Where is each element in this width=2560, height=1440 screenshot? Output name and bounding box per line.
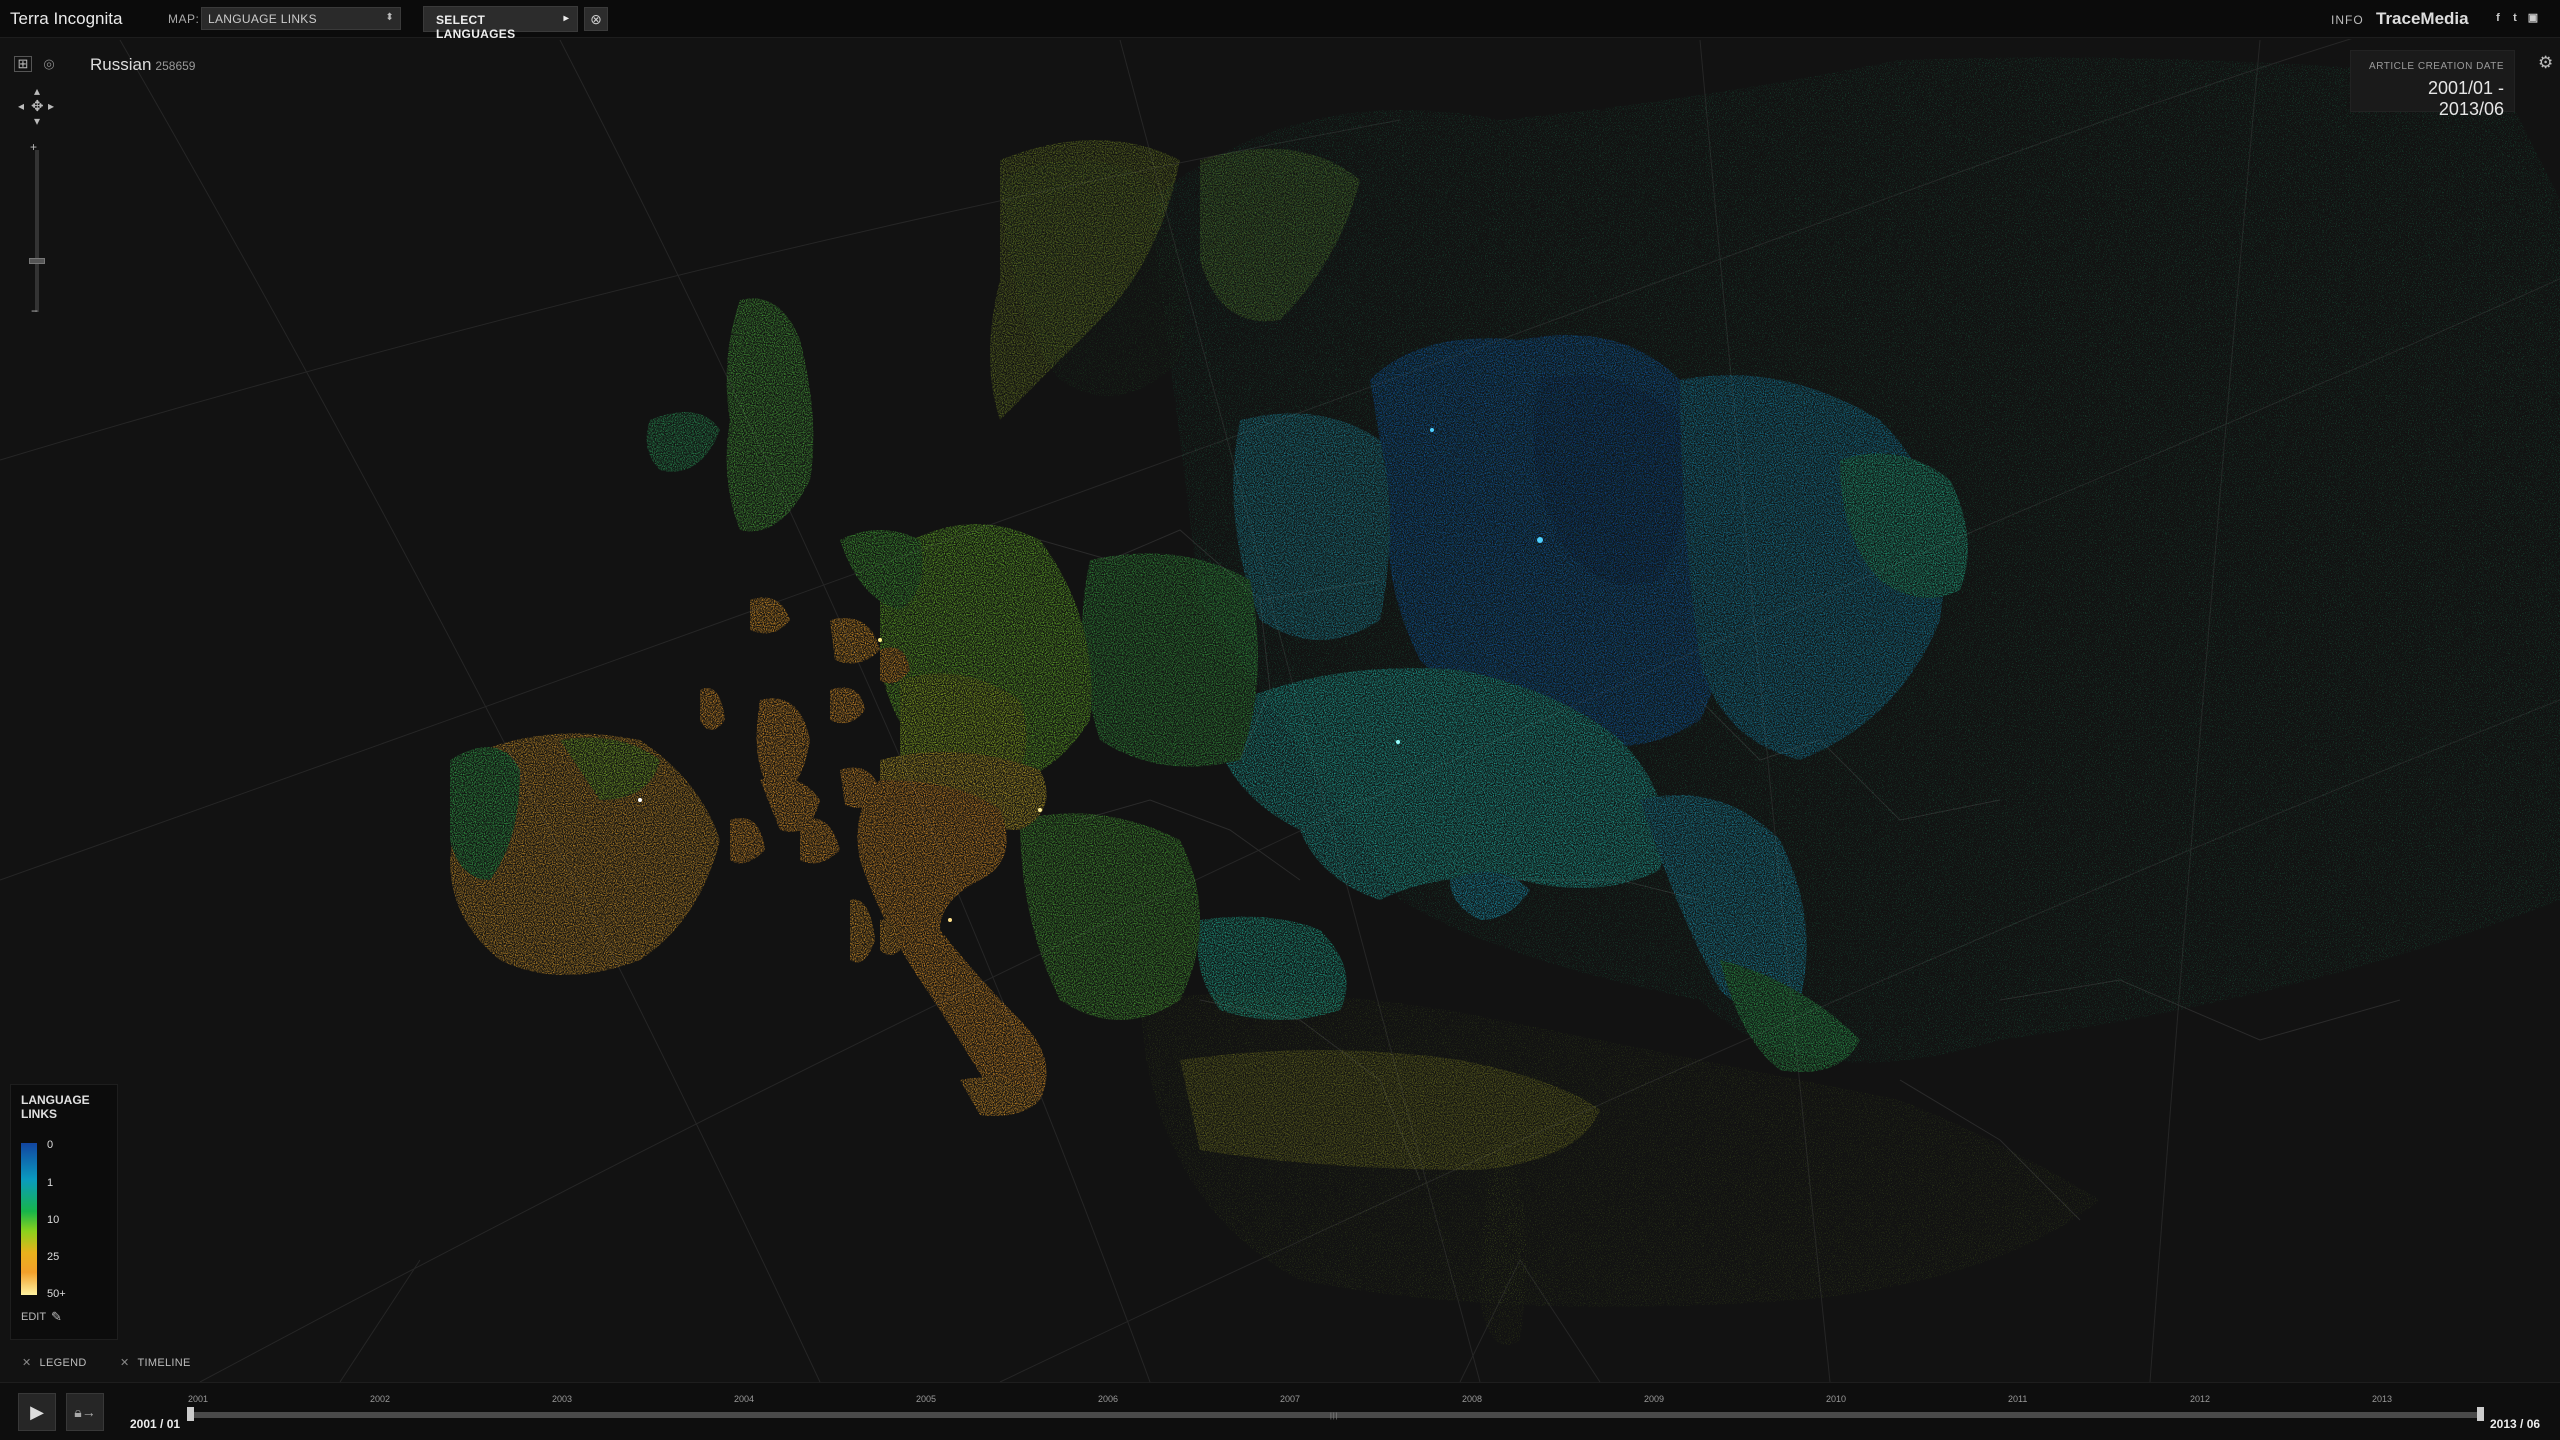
pan-right-icon[interactable]: ▸ [48,99,54,113]
date-range: 2001/01 - 2013/06 [2427,78,2504,119]
share-icon[interactable]: ▣ [2526,11,2540,25]
clear-languages-button[interactable]: ⊗ [584,7,608,31]
legend-tick: 1 [47,1177,54,1189]
pencil-icon[interactable]: ✎ [51,1309,62,1325]
timeline-year: 2008 [1462,1394,1483,1404]
legend-tick: 10 [47,1214,60,1226]
pan-up-icon[interactable]: ▴ [34,84,40,98]
timeline-year: 2007 [1280,1394,1301,1404]
language-title: Russian 258659 [90,55,195,75]
toggle-legend[interactable]: ✕ LEGEND [22,1356,87,1369]
legend-tick: 0 [47,1139,54,1151]
article-creation-date-panel: ARTICLE CREATION DATE 2001/01 - 2013/06 [2350,50,2515,119]
move-icon[interactable]: ✥ [31,97,44,115]
timeline-start-handle[interactable] [187,1407,194,1421]
lock-range-button[interactable]: 🔒︎→ [66,1393,104,1431]
map-label: MAP: [168,12,200,26]
close-icon: ✕ [120,1357,130,1369]
language-name: Russian [90,55,152,74]
timeline-year: 2001 [188,1394,209,1404]
play-button[interactable]: ▶ [18,1393,56,1431]
timeline-grip-icon[interactable]: ||| [1330,1413,1338,1420]
lock-icon: 🔒︎→ [74,1404,96,1420]
twitter-icon[interactable]: t [2508,11,2522,25]
chevron-right-icon: ▸ [563,13,569,24]
select-arrow-icon: ⬍ [385,12,394,23]
gear-icon[interactable]: ⚙ [2538,53,2553,73]
legend-panel: LANGUAGE LINKS 0 1 10 25 50+ EDIT ✎ [10,1084,118,1340]
legend-title: LANGUAGE LINKS [21,1093,90,1121]
layers-toggle-icon[interactable]: ⊞ [14,56,32,72]
timeline-year: 2004 [734,1394,755,1404]
timeline-year: 2010 [1826,1394,1847,1404]
facebook-icon[interactable]: f [2491,11,2505,25]
timeline-year: 2009 [1644,1394,1665,1404]
eye-icon[interactable]: ◎ [40,56,58,72]
map-canvas[interactable] [0,39,2560,1382]
pan-left-icon[interactable]: ◂ [18,99,24,113]
legend-tick: 25 [47,1251,60,1263]
timeline-year: 2005 [916,1394,937,1404]
timeline-end-handle[interactable] [2477,1407,2484,1421]
pan-down-icon[interactable]: ▾ [34,114,40,128]
zoom-slider[interactable] [35,150,39,312]
timeline: ▶ 🔒︎→ 2001 / 01 ||| 2013 / 06 2001 2002 … [0,1382,2560,1440]
close-circle-icon: ⊗ [590,11,602,27]
info-link[interactable]: INFO [2331,13,2364,27]
toggle-legend-label: LEGEND [39,1357,87,1369]
legend-tick: 50+ [47,1288,66,1300]
map-select-value: LANGUAGE LINKS [208,12,317,26]
timeline-year: 2002 [370,1394,391,1404]
select-languages-label: SELECT LANGUAGES [436,13,516,41]
close-icon: ✕ [22,1357,32,1369]
map-visualization [0,39,2560,1382]
timeline-start-label: 2001 / 01 [130,1417,181,1431]
legend-gradient [21,1143,37,1295]
toggle-timeline-label: TIMELINE [137,1357,191,1369]
toggle-timeline[interactable]: ✕ TIMELINE [120,1356,191,1369]
timeline-year: 2012 [2190,1394,2211,1404]
timeline-end-label: 2013 / 06 [2490,1417,2541,1431]
select-languages-button[interactable]: SELECT LANGUAGES ▸ [423,6,578,41]
top-bar: Terra Incognita MAP: LANGUAGE LINKS ⬍ SE… [0,0,2560,41]
zoom-out-button[interactable]: − [31,304,38,318]
zoom-slider-handle[interactable] [29,258,45,264]
article-count: 258659 [155,59,196,73]
timeline-year: 2006 [1098,1394,1119,1404]
app-title: Terra Incognita [10,9,123,28]
play-icon: ▶ [30,1402,44,1422]
date-label: ARTICLE CREATION DATE [2369,61,2504,72]
timeline-year: 2003 [552,1394,573,1404]
pan-control[interactable]: ▴ ◂ ✥ ▸ ▾ [14,82,60,128]
brand-logo[interactable]: TraceMedia [2376,9,2469,29]
legend-edit-link[interactable]: EDIT [21,1311,46,1323]
timeline-year: 2013 [2372,1394,2393,1404]
map-select[interactable]: LANGUAGE LINKS ⬍ [201,7,401,30]
timeline-year: 2011 [2008,1394,2028,1404]
